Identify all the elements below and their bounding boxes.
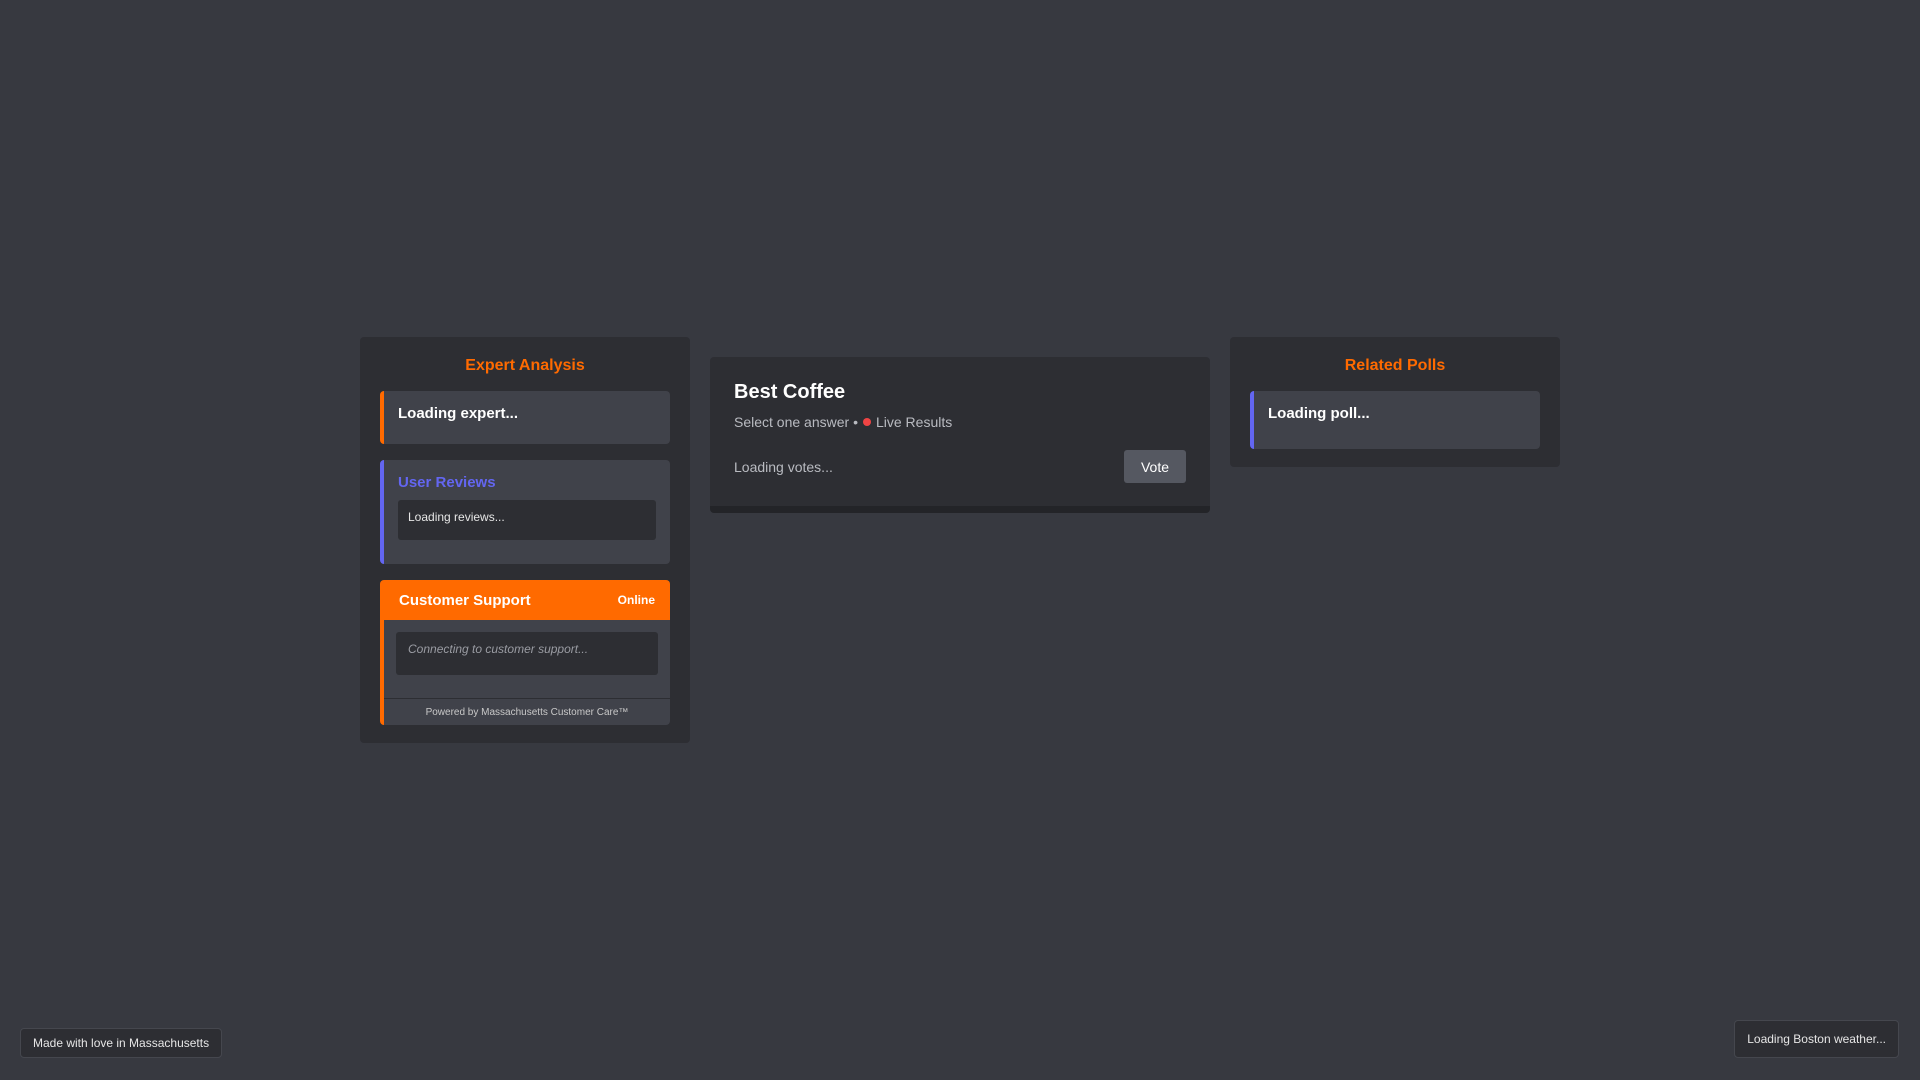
made-with-love-badge: Made with love in Massachusetts (20, 1028, 223, 1058)
support-connecting-text: Connecting to customer support... (408, 642, 589, 656)
related-poll-item[interactable]: Loading poll... (1250, 391, 1540, 449)
related-polls-panel: Related Polls Loading poll... (1230, 337, 1560, 467)
customer-support-widget: Customer Support Online Connecting to cu… (380, 580, 670, 725)
related-polls-title: Related Polls (1344, 357, 1446, 374)
live-results-label: Live Results (875, 414, 953, 430)
live-dot-icon (862, 418, 871, 426)
poll-instruction: Select one answer • (734, 414, 858, 430)
expert-analysis-title: Expert Analysis (465, 357, 585, 374)
support-footer: Powered by Massachusetts Customer Care™ (384, 698, 670, 725)
poll-card: Best Coffee Select one answer • Live Res… (710, 357, 1210, 513)
vote-button[interactable]: Vote (1124, 450, 1186, 483)
reviews-content: Loading reviews... (398, 500, 656, 540)
expert-loading-text: Loading expert... (398, 405, 519, 422)
support-body: Connecting to customer support... (384, 620, 670, 675)
support-header[interactable]: Customer Support Online (384, 580, 670, 620)
related-poll-loading-text: Loading poll... (1268, 405, 1370, 422)
poll-subtitle: Select one answer • Live Results (734, 414, 1186, 430)
expert-card[interactable]: Loading expert... (380, 391, 670, 444)
votes-loading-text: Loading votes... (734, 458, 833, 475)
poll-title: Best Coffee (734, 381, 846, 403)
user-reviews-title: User Reviews (398, 474, 496, 491)
poll-actions: Loading votes... Vote (734, 450, 1186, 483)
page: Expert Analysis Loading expert... User R… (0, 0, 1920, 1080)
left-sidebar: Expert Analysis Loading expert... User R… (360, 337, 690, 743)
weather-widget: Loading Boston weather... (1734, 1020, 1899, 1058)
support-title: Customer Support (399, 591, 531, 609)
support-chat-area[interactable]: Connecting to customer support... (396, 632, 658, 675)
reviews-loading-text: Loading reviews... (408, 510, 505, 524)
support-status-badge: Online (617, 593, 655, 607)
user-reviews-section: User Reviews Loading reviews... (380, 460, 670, 564)
